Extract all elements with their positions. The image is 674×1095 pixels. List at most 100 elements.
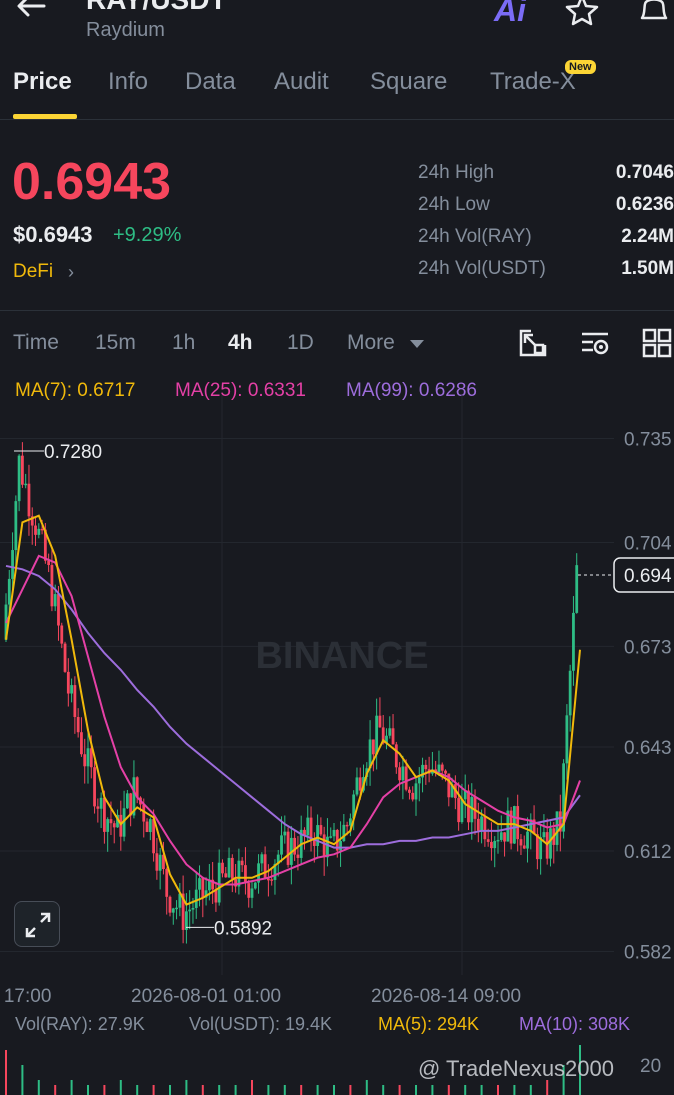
ai-icon[interactable]: Ai <box>494 0 526 29</box>
candle-body <box>175 907 178 910</box>
candle-body <box>293 837 297 855</box>
candle-body <box>572 612 575 671</box>
tf-1h[interactable]: 1h <box>172 331 195 355</box>
volume-bar <box>398 1085 401 1095</box>
stat-24h-vol-ray-value: 2.24M <box>621 226 674 247</box>
volume-bar <box>5 1050 7 1095</box>
candle-body <box>424 764 428 770</box>
candle-body <box>7 578 11 605</box>
candle-body <box>93 767 96 807</box>
candle-body <box>398 767 401 781</box>
candle-body <box>306 817 310 836</box>
candlestick-chart[interactable]: BINANCE 0.735 0.704 0.673 0.643 0.612 0.582 8… <box>0 395 674 1007</box>
tf-15m[interactable]: 15m <box>95 331 136 355</box>
tab-info[interactable]: Info <box>108 68 148 96</box>
sector-tag[interactable]: DeFi <box>13 261 53 283</box>
active-tab-indicator <box>13 114 77 119</box>
tab-square[interactable]: Square <box>370 68 447 96</box>
chevron-right-icon[interactable]: › <box>68 262 74 283</box>
candle-body <box>296 854 300 858</box>
usd-price: $0.6943 <box>13 222 93 247</box>
candle-body <box>57 594 60 626</box>
volume-bar <box>21 1065 24 1095</box>
tf-time[interactable]: Time <box>13 331 59 355</box>
candle-body <box>63 643 67 672</box>
tf-more[interactable]: More <box>347 331 395 355</box>
app-header: RAY/USDT Raydium Ai <box>0 0 674 48</box>
star-icon[interactable] <box>564 0 600 26</box>
caret-down-icon[interactable] <box>409 339 425 349</box>
layout-grid-icon[interactable] <box>641 327 673 359</box>
candle-body <box>230 857 234 879</box>
chart-fullscreen-icon[interactable] <box>517 327 549 359</box>
indicator-settings-icon[interactable] <box>579 327 611 359</box>
candle-body <box>326 836 329 858</box>
candle-body <box>244 865 247 884</box>
tab-data[interactable]: Data <box>185 68 236 96</box>
stat-24h-high-value: 0.7046 <box>615 162 674 183</box>
bell-icon[interactable] <box>634 0 674 26</box>
candle-body <box>444 770 447 774</box>
candle-body <box>496 839 500 842</box>
candle-body <box>148 819 152 833</box>
candle-body <box>83 754 87 767</box>
candle-body <box>17 455 21 502</box>
candle-body <box>549 828 552 859</box>
candle-body <box>457 798 461 823</box>
tab-audit[interactable]: Audit <box>274 68 329 96</box>
candle-body <box>401 766 405 781</box>
ma25-line <box>5 554 581 886</box>
volume-bar <box>169 1085 171 1095</box>
volume-bar <box>70 1080 73 1095</box>
candle-body <box>480 816 483 831</box>
candle-body <box>404 766 408 790</box>
candle-body <box>345 824 349 827</box>
volume-bar <box>185 1080 188 1095</box>
tf-4h[interactable]: 4h <box>228 331 253 355</box>
candle-body <box>319 825 323 835</box>
volume-bar <box>447 1085 450 1095</box>
volume-bar <box>431 1085 434 1095</box>
price-axis: 0.735 0.704 0.673 0.643 0.612 0.582 <box>624 430 672 964</box>
candle-body <box>260 854 264 864</box>
tab-price[interactable]: Price <box>13 68 72 96</box>
candle-body <box>53 594 57 607</box>
tab-trade-x[interactable]: Trade-X <box>490 68 576 96</box>
volume-bar <box>382 1085 385 1095</box>
candle-body <box>490 841 493 849</box>
exchange-name: Raydium <box>86 19 165 41</box>
candle-body <box>355 777 359 795</box>
expand-chart-button[interactable] <box>14 901 60 947</box>
candle-body <box>125 793 129 809</box>
new-badge: New <box>565 60 596 74</box>
candle-body <box>414 783 418 800</box>
current-price-label: 0.694 <box>624 566 672 587</box>
candle-body <box>76 716 80 733</box>
candle-body <box>371 739 375 755</box>
candle-body <box>378 715 382 728</box>
binance-watermark: BINANCE <box>255 635 428 677</box>
candle-body <box>60 625 64 644</box>
volume-bar <box>464 1085 467 1095</box>
candle-body <box>165 869 169 897</box>
candle-body <box>198 878 201 890</box>
candle-body <box>437 764 441 772</box>
candle-body <box>342 824 346 842</box>
volume-bar <box>267 1085 270 1095</box>
candle-body <box>119 814 123 837</box>
candle-body <box>267 878 270 881</box>
back-arrow-icon[interactable] <box>14 0 50 24</box>
candle-body <box>503 832 506 842</box>
volume-axis-label: 20 <box>640 1056 661 1077</box>
tf-1d[interactable]: 1D <box>287 331 314 355</box>
candle-body <box>99 797 103 809</box>
stat-24h-vol-usdt-value: 1.50M <box>621 258 674 279</box>
volume-bar <box>251 1080 253 1095</box>
time-axis: 8 17:00 2026-08-01 01:00 2026-08-14 09:00 <box>0 986 521 1007</box>
candle-body <box>270 879 274 881</box>
candle-body <box>417 777 421 784</box>
candle-body <box>11 550 14 579</box>
volume-bar <box>300 1085 303 1095</box>
pair-title: RAY/USDT <box>86 0 227 16</box>
candle-body <box>476 818 480 831</box>
